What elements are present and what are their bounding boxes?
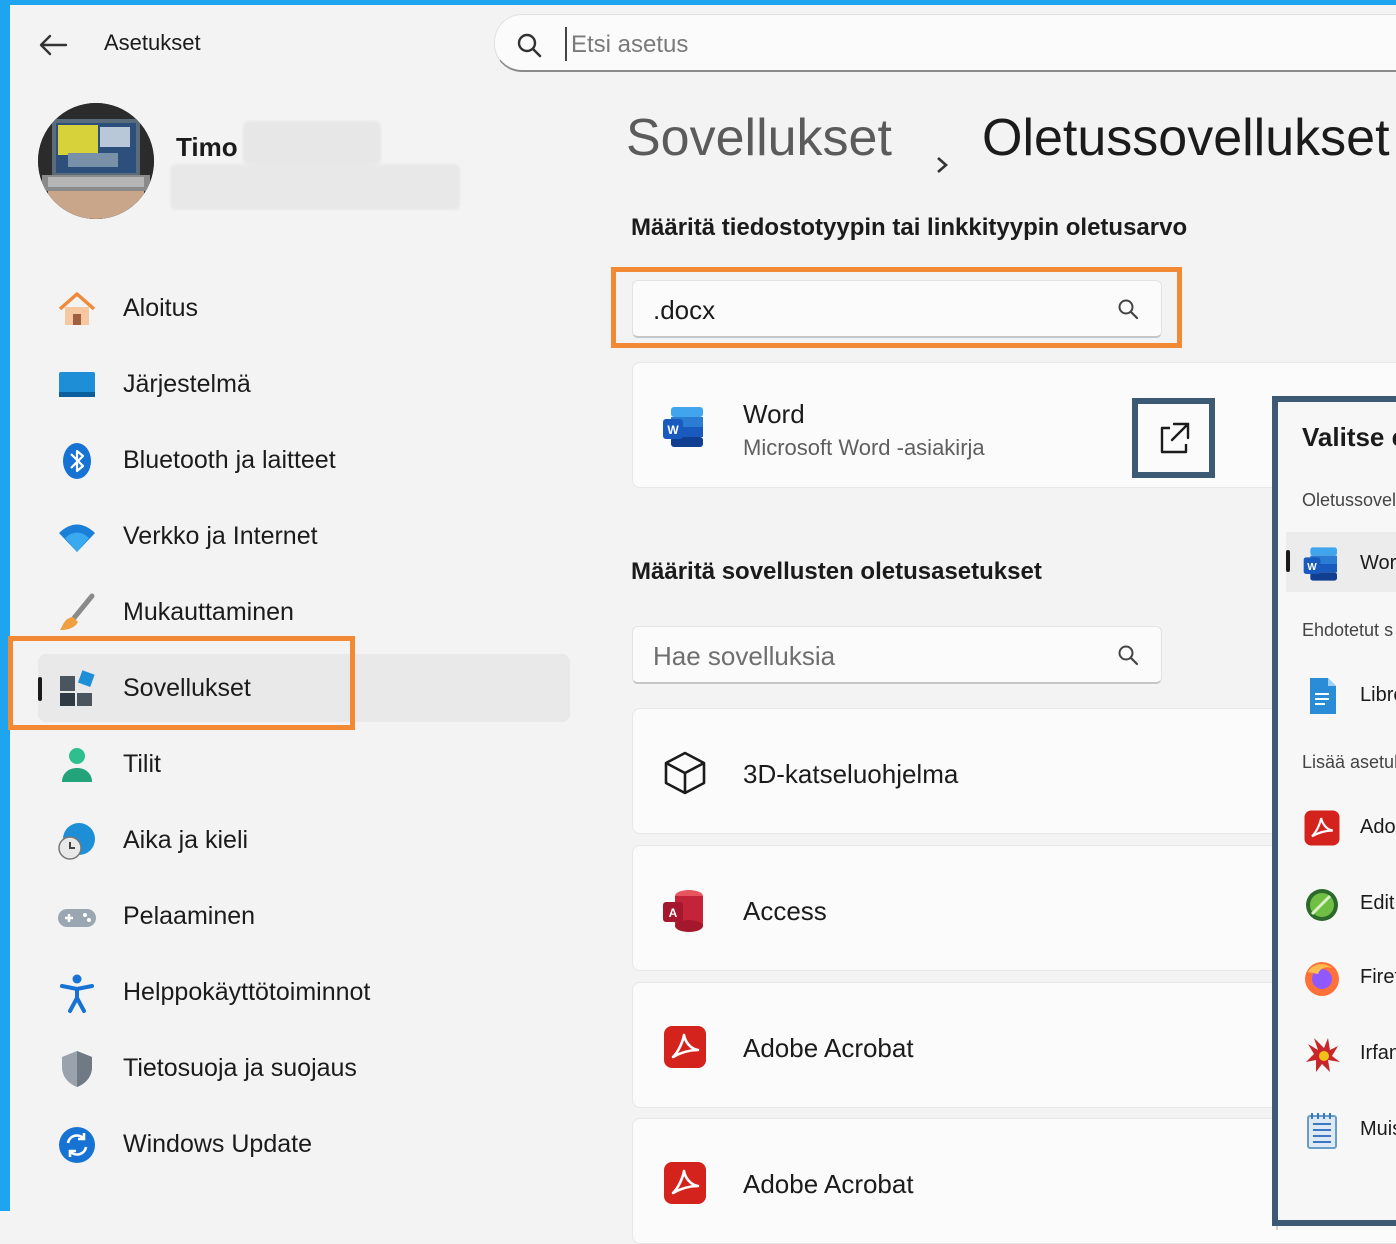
window-frame-top xyxy=(0,0,1396,5)
back-arrow-icon[interactable] xyxy=(36,30,70,60)
bluetooth-icon xyxy=(56,440,98,482)
brush-icon xyxy=(56,592,98,634)
sidebar-item-gaming[interactable]: Pelaaminen xyxy=(38,882,570,950)
globe-clock-icon xyxy=(56,820,98,862)
home-icon xyxy=(56,288,98,330)
redacted-name xyxy=(243,121,381,165)
sidebar-item-label: Aika ja kieli xyxy=(123,826,249,854)
accessibility-icon xyxy=(56,972,98,1014)
app-search[interactable] xyxy=(632,626,1162,684)
sidebar-item-label: Helppokäyttötoiminnot xyxy=(123,978,371,1006)
search-icon xyxy=(515,31,543,59)
sidebar-item-label: Pelaaminen xyxy=(123,902,256,930)
window-frame-left xyxy=(0,0,10,1211)
highlight-apps-nav xyxy=(8,636,355,730)
monitor-icon xyxy=(56,364,98,406)
app-name: Adobe Acrobat xyxy=(743,1033,914,1063)
sidebar-item-label: Aloitus xyxy=(123,294,199,322)
sidebar-item-privacy[interactable]: Tietosuoja ja suojaus xyxy=(38,1034,570,1102)
refresh-icon xyxy=(56,1124,98,1166)
settings-search[interactable] xyxy=(494,14,1396,72)
cube-icon xyxy=(661,749,709,797)
highlight-flyout xyxy=(1272,396,1396,1226)
breadcrumb: Sovellukset Oletussovellukset xyxy=(626,108,1390,173)
sidebar-item-label: Järjestelmä xyxy=(123,370,251,398)
text-caret xyxy=(565,27,567,61)
acrobat-icon xyxy=(661,1023,709,1071)
highlight-filetype-search xyxy=(611,267,1182,348)
sidebar-item-home[interactable]: Aloitus xyxy=(38,274,570,342)
wifi-icon xyxy=(56,516,98,558)
sidebar-item-label: Verkko ja Internet xyxy=(123,522,318,550)
redacted-email xyxy=(170,164,460,210)
sidebar-item-label: Bluetooth ja laitteet xyxy=(123,446,336,474)
app-search-input[interactable] xyxy=(651,637,1085,675)
person-icon xyxy=(56,744,98,786)
sidebar-item-label: Mukauttaminen xyxy=(123,598,294,626)
breadcrumb-parent[interactable]: Sovellukset xyxy=(626,109,892,167)
app-title: Asetukset xyxy=(104,30,201,55)
page-title: Oletussovellukset xyxy=(982,109,1390,167)
apps-heading: Määritä sovellusten oletusasetukset xyxy=(631,558,1042,585)
highlight-open-external xyxy=(1132,398,1215,478)
result-app-name: Word xyxy=(743,399,805,429)
sidebar-item-network[interactable]: Verkko ja Internet xyxy=(38,502,570,570)
result-description: Microsoft Word -asiakirja xyxy=(743,435,985,460)
svg-text:W: W xyxy=(667,423,679,437)
app-name: Access xyxy=(743,896,827,926)
sidebar-item-accounts[interactable]: Tilit xyxy=(38,730,570,798)
app-name: 3D-katseluohjelma xyxy=(743,759,959,789)
sidebar-item-label: Tilit xyxy=(123,750,161,778)
sidebar-item-accessibility[interactable]: Helppokäyttötoiminnot xyxy=(38,958,570,1026)
settings-search-input[interactable] xyxy=(569,25,1273,65)
sidebar-item-windows-update[interactable]: Windows Update xyxy=(38,1110,570,1178)
sidebar-item-bluetooth[interactable]: Bluetooth ja laitteet xyxy=(38,426,570,494)
filetype-heading: Määritä tiedostotyypin tai linkkityypin … xyxy=(631,214,1188,241)
chevron-right-icon xyxy=(932,128,952,173)
acrobat-icon xyxy=(661,1159,709,1207)
user-name: Timo xyxy=(176,132,238,162)
svg-text:A: A xyxy=(669,906,678,920)
access-icon: A xyxy=(661,886,709,934)
shield-icon xyxy=(56,1048,98,1090)
sidebar-item-label: Windows Update xyxy=(123,1130,312,1158)
sidebar-item-system[interactable]: Järjestelmä xyxy=(38,350,570,418)
app-name: Adobe Acrobat xyxy=(743,1169,914,1199)
sidebar-item-label: Tietosuoja ja suojaus xyxy=(123,1054,357,1082)
gamepad-icon xyxy=(56,896,98,938)
word-icon: W xyxy=(661,403,709,451)
search-icon[interactable] xyxy=(1117,644,1139,666)
sidebar-item-time-language[interactable]: Aika ja kieli xyxy=(38,806,570,874)
avatar xyxy=(38,103,154,219)
